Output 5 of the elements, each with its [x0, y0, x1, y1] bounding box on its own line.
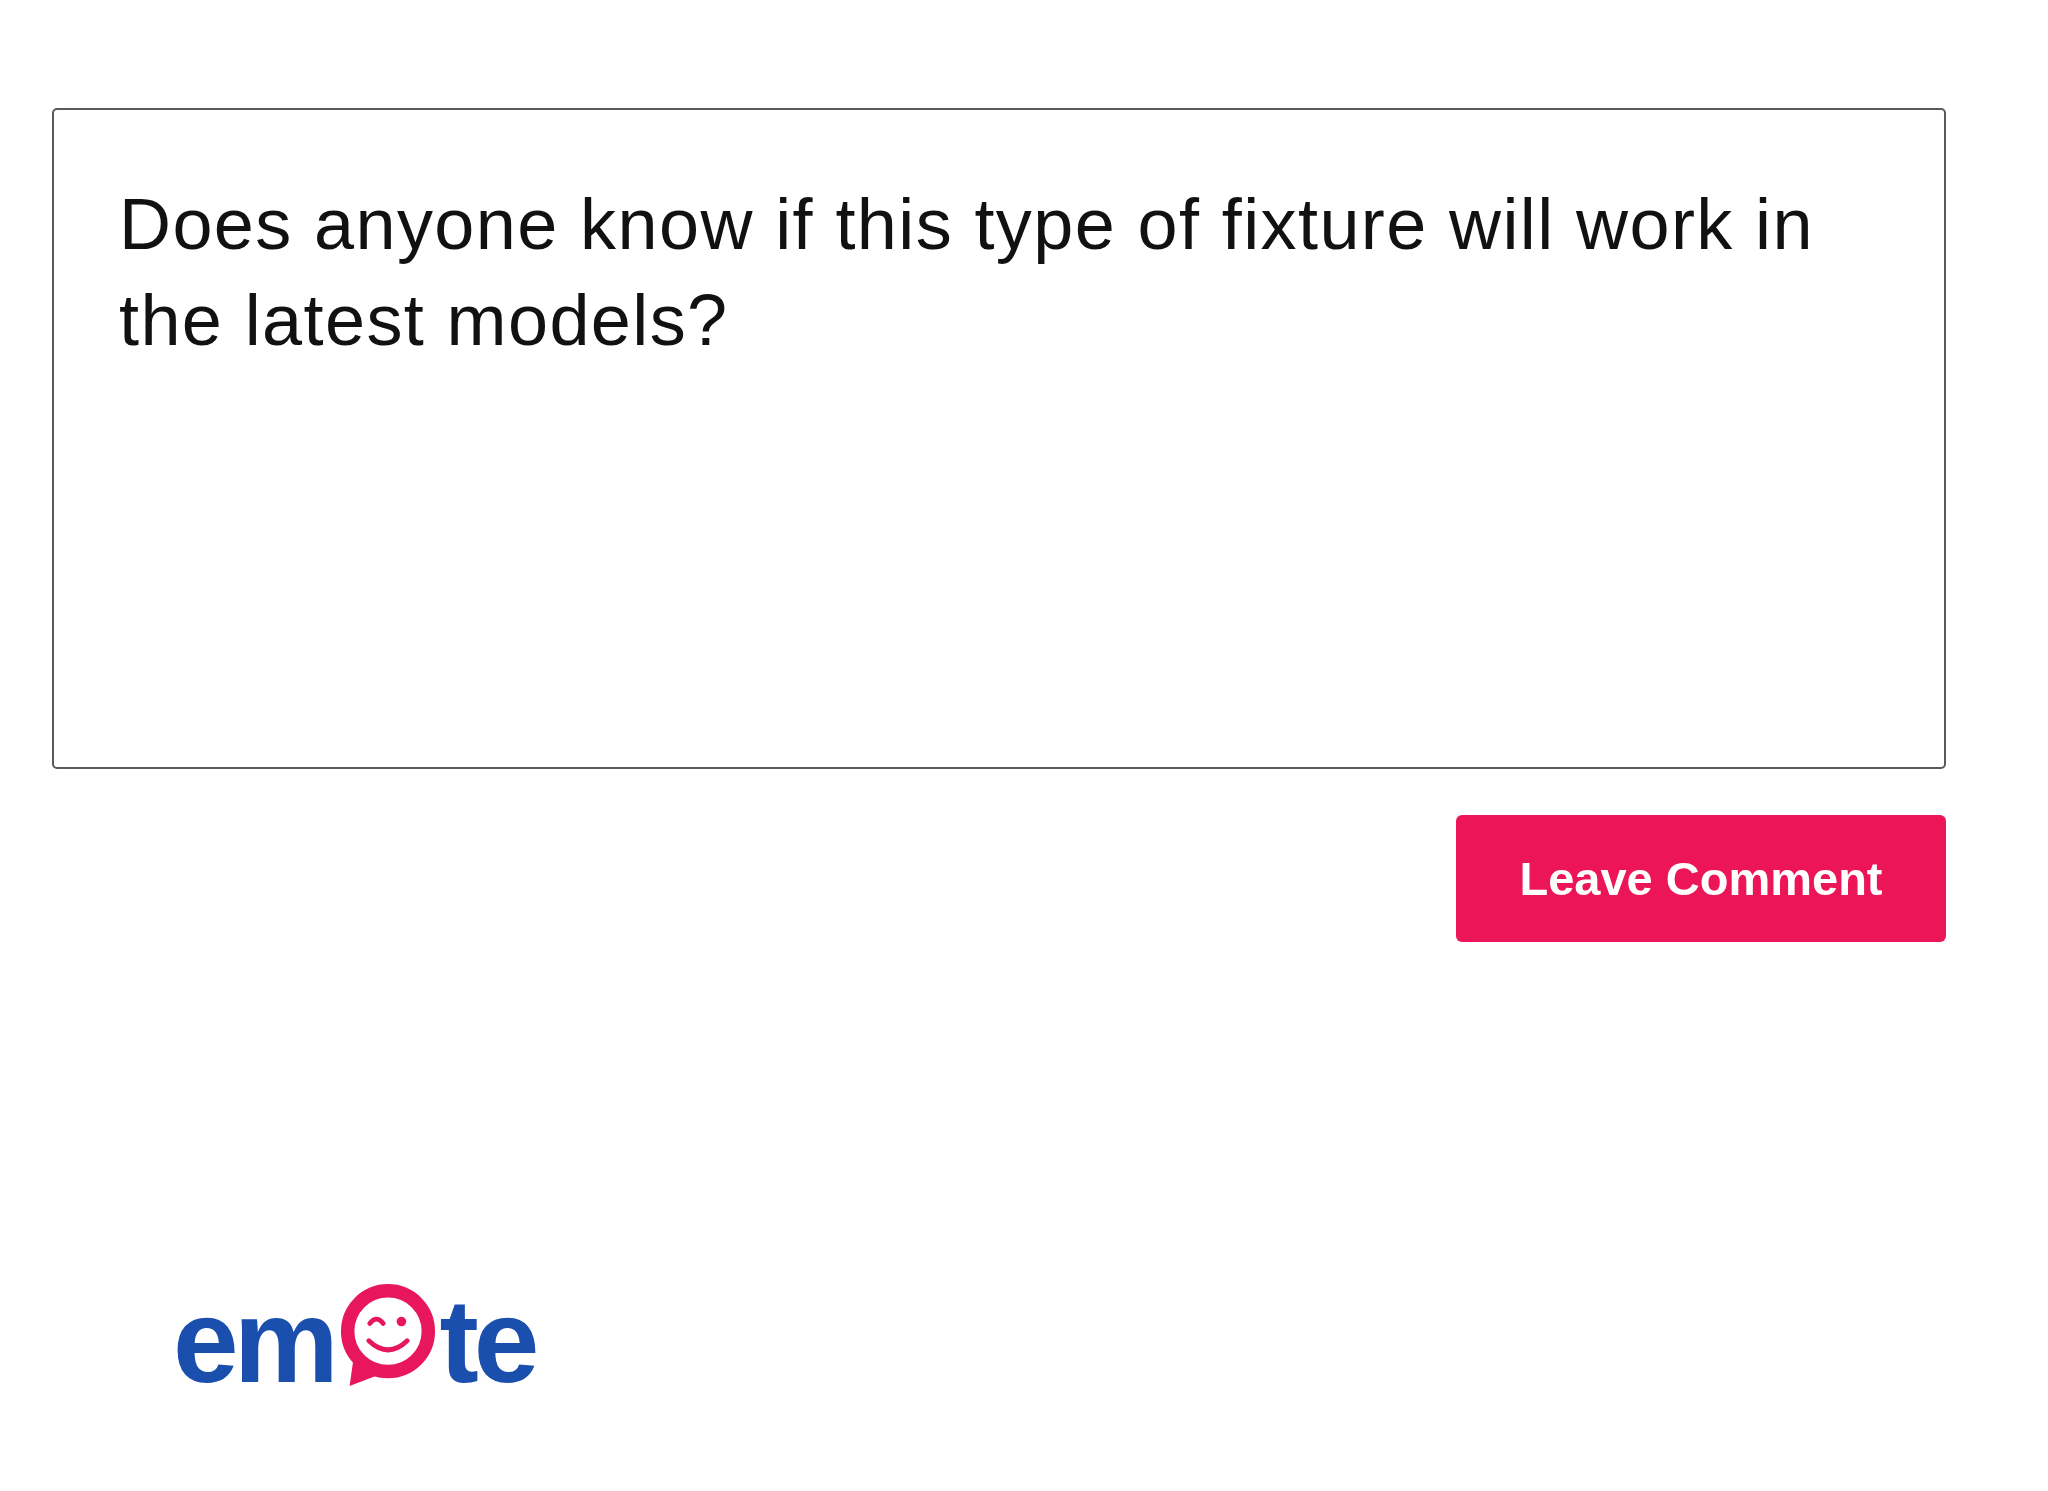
comment-field[interactable]: Does anyone know if this type of fixture will work in the latest models? [52, 108, 1946, 769]
winking-speech-bubble-icon [339, 1284, 436, 1386]
logo-text: em [173, 1282, 334, 1400]
logo-text: te [439, 1282, 535, 1400]
leave-comment-button[interactable]: Leave Comment [1456, 815, 1946, 942]
